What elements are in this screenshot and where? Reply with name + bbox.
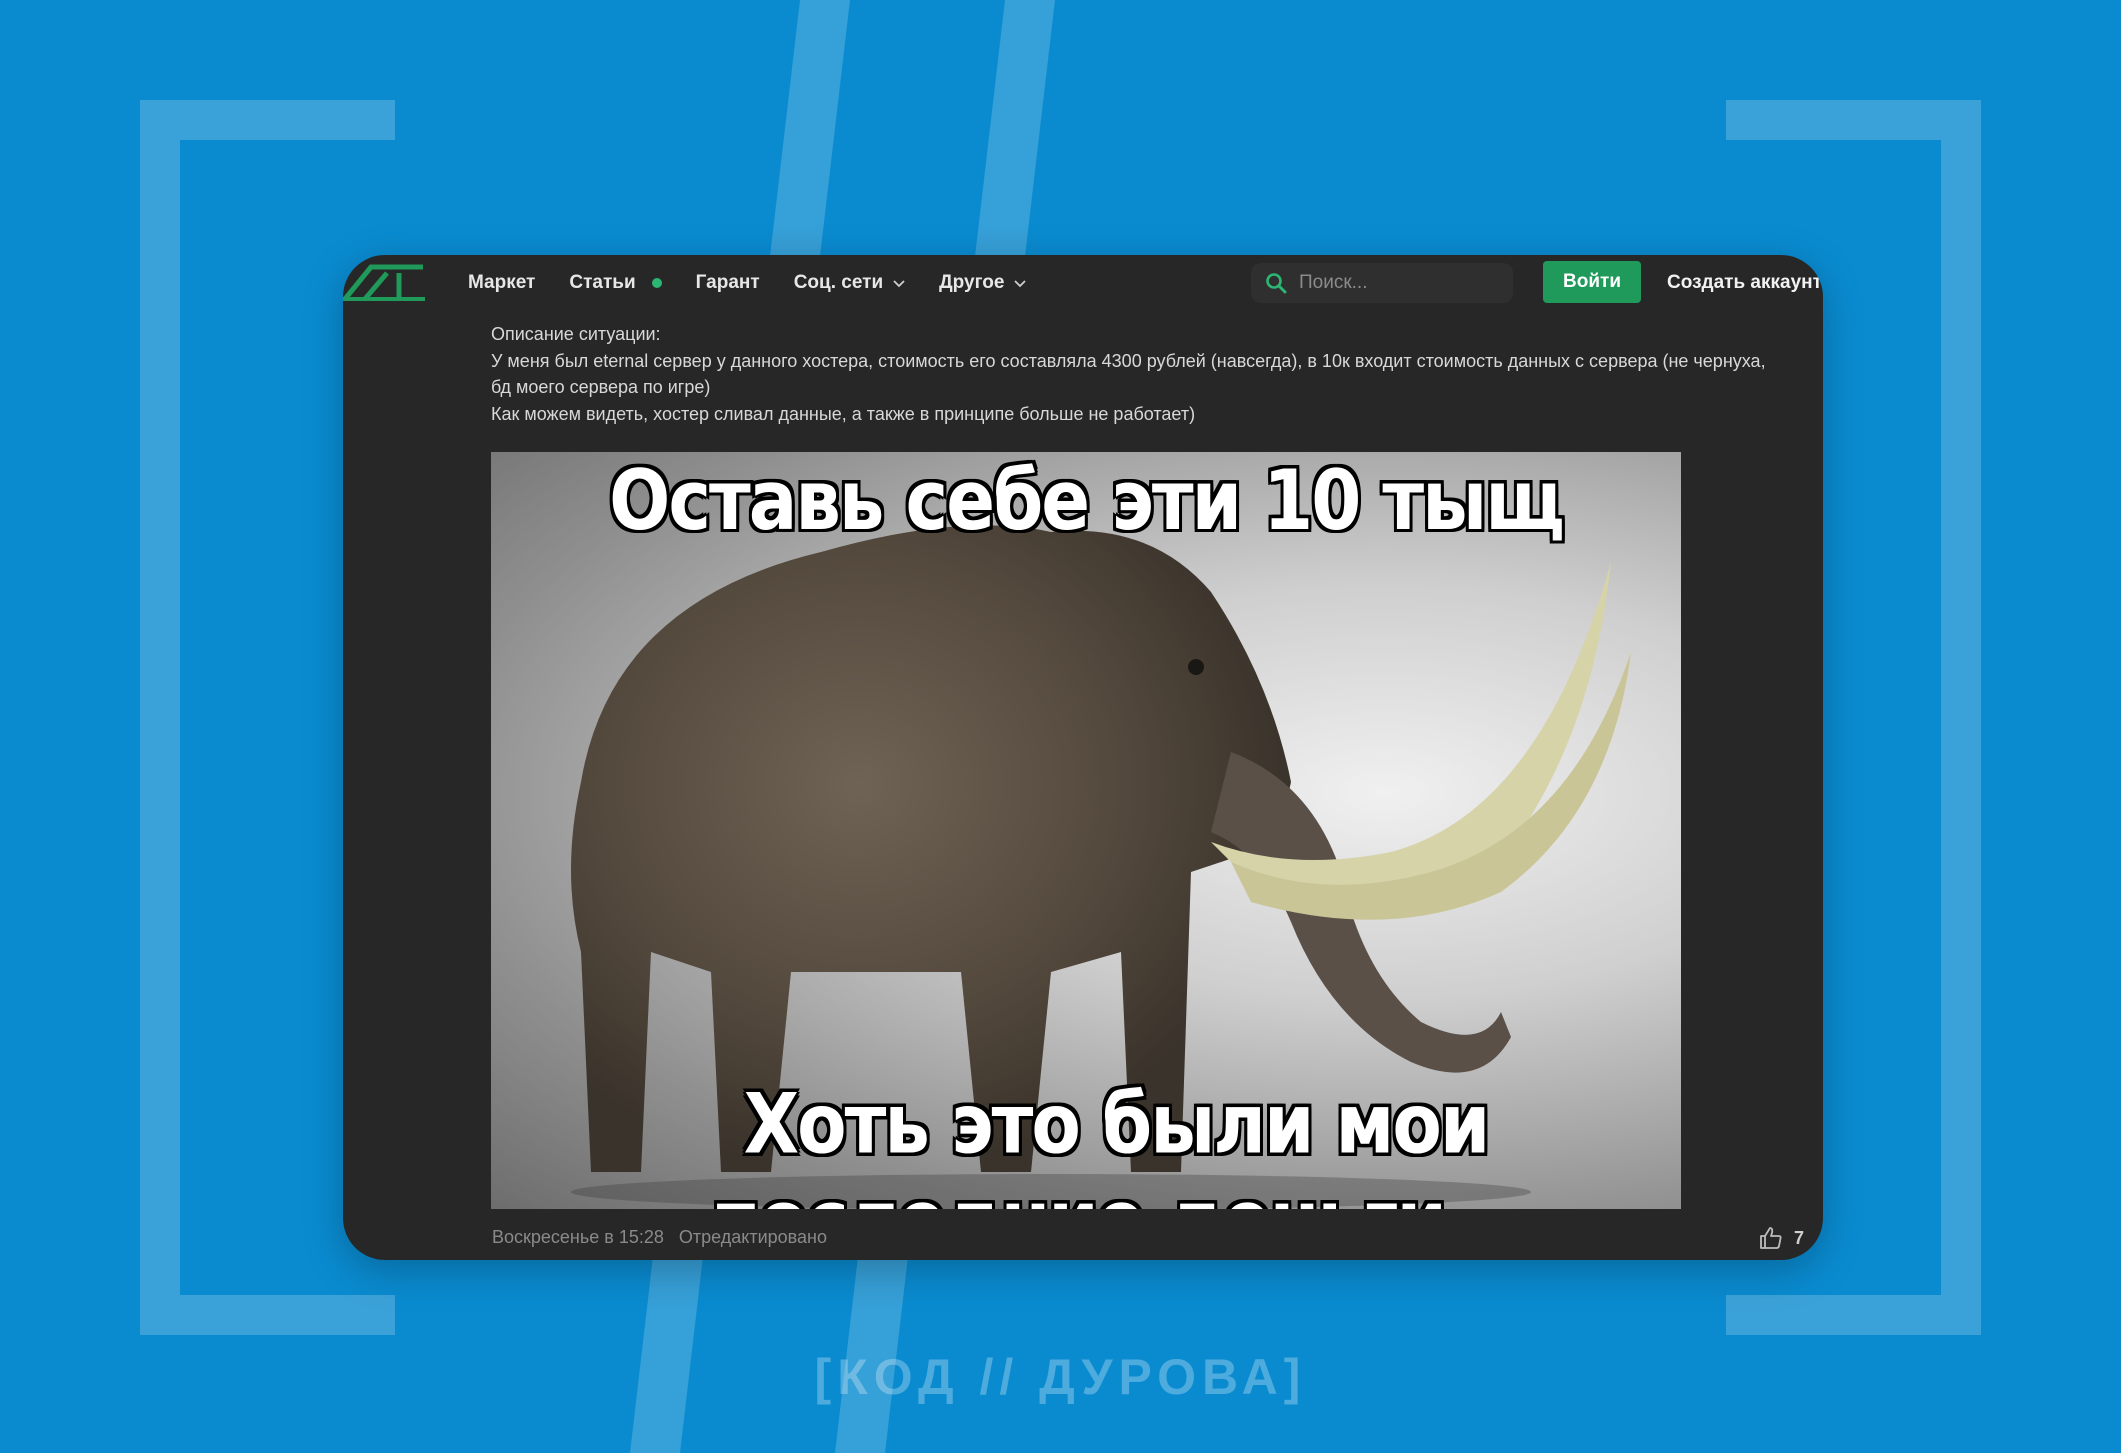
post-meta: Воскресенье в 15:28 Отредактировано bbox=[492, 1227, 837, 1248]
chevron-down-icon bbox=[1014, 280, 1027, 288]
top-navbar: Маркет Статьи Гарант Соц. сети Другое По… bbox=[343, 255, 1823, 311]
search-input[interactable] bbox=[1297, 271, 1501, 295]
nav-item-other[interactable]: Другое bbox=[939, 272, 1027, 294]
edited-label: Отредактировано bbox=[678, 1227, 827, 1247]
nav-item-label: Маркет bbox=[468, 272, 536, 293]
nav-item-articles[interactable]: Статьи bbox=[569, 272, 662, 294]
watermark-logo: [КОД // ДУРОВА] bbox=[814, 1349, 1307, 1405]
forum-window: Маркет Статьи Гарант Соц. сети Другое По… bbox=[343, 255, 1823, 1260]
nav-item-guarantee[interactable]: Гарант bbox=[696, 272, 760, 294]
new-indicator-dot bbox=[651, 278, 662, 288]
chevron-down-icon bbox=[893, 280, 905, 288]
nav-item-market[interactable]: Маркет bbox=[468, 272, 535, 294]
nav-item-label: Статьи bbox=[569, 272, 636, 293]
like-count: 7 bbox=[1794, 1227, 1805, 1248]
like-button[interactable]: 7 bbox=[1758, 1225, 1804, 1251]
post-body: Описание ситуации: У меня был eternal се… bbox=[491, 321, 1771, 427]
search-box[interactable] bbox=[1251, 263, 1513, 303]
post-line: У меня был eternal сервер у данного хост… bbox=[491, 350, 1766, 398]
meme-bottom-caption: Хоть это были мои последние деньги... bbox=[711, 1075, 1523, 1209]
nav-item-social[interactable]: Соц. сети bbox=[794, 272, 905, 294]
post-line: Как можем видеть, хостер сливал данные, … bbox=[491, 403, 1196, 424]
main-nav: Маркет Статьи Гарант Соц. сети Другое bbox=[468, 255, 1060, 311]
site-logo-icon[interactable] bbox=[343, 263, 425, 303]
thumbs-up-icon bbox=[1760, 1227, 1782, 1249]
meme-image[interactable]: Оставь себе эти 10 тыщ Хоть это были мои… bbox=[491, 452, 1681, 1209]
login-button[interactable]: Войти bbox=[1543, 261, 1641, 303]
search-icon bbox=[1266, 273, 1287, 294]
nav-item-label: Гарант bbox=[695, 272, 760, 293]
nav-item-label: Соц. сети bbox=[793, 272, 884, 293]
post-date[interactable]: Воскресенье в 15:28 bbox=[492, 1227, 664, 1247]
post-line: Описание ситуации: bbox=[491, 324, 661, 344]
nav-item-label: Другое bbox=[939, 272, 1005, 293]
meme-top-caption: Оставь себе эти 10 тыщ bbox=[609, 452, 1565, 549]
create-account-link[interactable]: Создать аккаунт bbox=[1667, 255, 1822, 311]
